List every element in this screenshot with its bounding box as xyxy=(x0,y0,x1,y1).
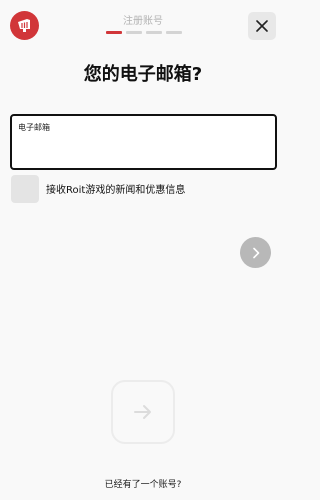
step-indicator-3 xyxy=(146,31,162,34)
chevron-right-icon xyxy=(252,247,259,258)
email-field-label: 电子邮箱 xyxy=(18,123,50,132)
arrow-right-icon xyxy=(134,405,151,419)
newsletter-checkbox-label: 接收Roit游戏的新闻和优惠信息 xyxy=(46,185,186,196)
newsletter-checkbox[interactable] xyxy=(11,175,39,203)
step-title: 注册账号 xyxy=(123,16,163,27)
step-progress xyxy=(106,31,182,34)
email-field[interactable]: 电子邮箱 xyxy=(10,114,277,170)
step-indicator-1 xyxy=(106,31,122,34)
have-account-link[interactable]: 已经有了一个账号? xyxy=(0,477,286,490)
step-indicator-2 xyxy=(126,31,142,34)
page-title: 您的电子邮箱? xyxy=(83,64,203,85)
next-button[interactable] xyxy=(240,237,271,268)
close-icon xyxy=(256,20,268,32)
close-button[interactable] xyxy=(248,12,276,40)
step-indicator-4 xyxy=(166,31,182,34)
email-input[interactable] xyxy=(18,138,268,160)
submit-button[interactable] xyxy=(111,380,175,444)
